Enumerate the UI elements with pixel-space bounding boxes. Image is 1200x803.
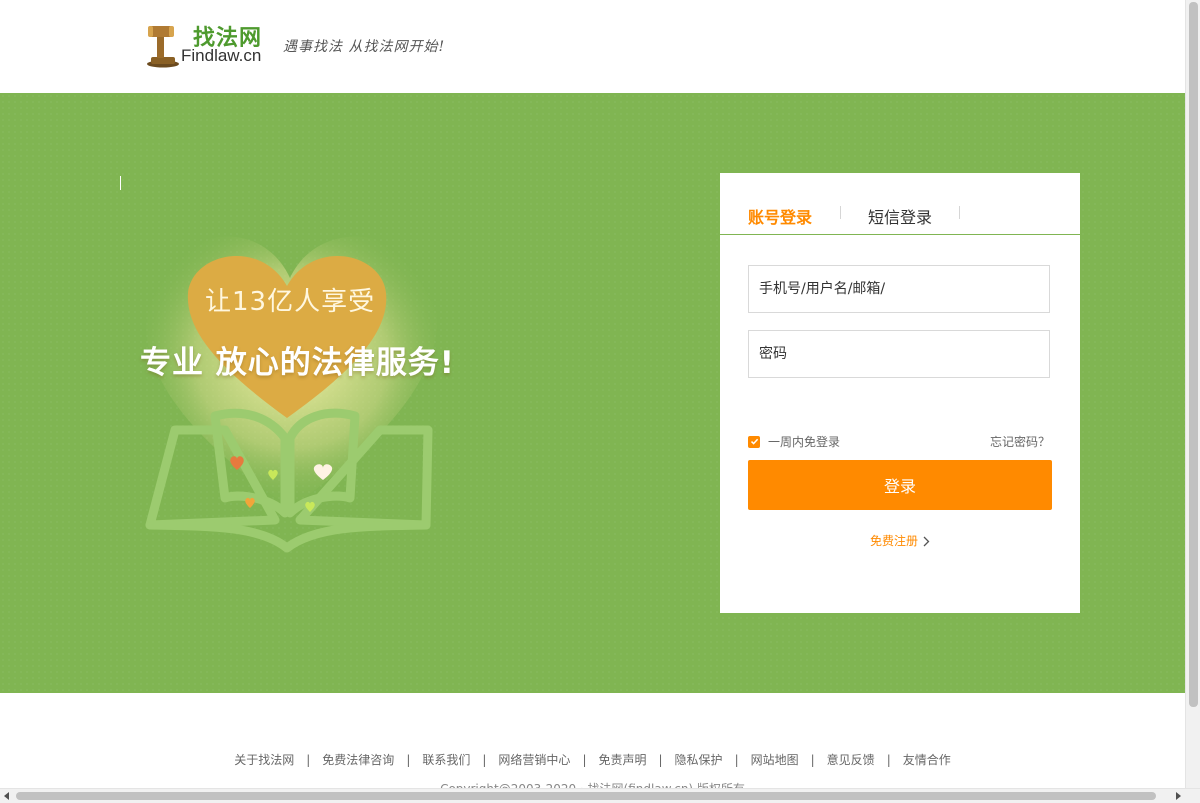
horizontal-scroll-thumb[interactable] — [16, 792, 1156, 800]
vertical-scroll-thumb[interactable] — [1189, 2, 1198, 707]
chevron-right-icon — [923, 536, 930, 547]
tab-account-login[interactable]: 账号登录 — [748, 204, 812, 228]
hero-headline: 让13亿人享受 — [205, 287, 376, 317]
footer-link-partners[interactable]: 友情合作 — [903, 753, 951, 767]
heart-book-illustration — [145, 236, 438, 553]
footer-link-sitemap[interactable]: 网站地图 — [751, 753, 799, 767]
login-button[interactable]: 登录 — [748, 460, 1052, 510]
footer-link-about[interactable]: 关于找法网 — [234, 753, 294, 767]
register-link[interactable]: 免费注册 — [720, 532, 1080, 549]
tab-sms-login[interactable]: 短信登录 — [868, 204, 932, 228]
footer-links: 关于找法网 | 免费法律咨询 | 联系我们 | 网络营销中心 | 免责声明 | 隐私保护 | 网站地图 |… — [0, 751, 1185, 768]
footer-separator: | — [306, 753, 311, 767]
footer-link-privacy[interactable]: 隐私保护 — [675, 753, 723, 767]
footer-link-contact[interactable]: 联系我们 — [422, 753, 470, 767]
horizontal-scrollbar[interactable] — [0, 788, 1200, 803]
footer-link-feedback[interactable]: 意见反馈 — [827, 753, 875, 767]
footer-link-marketing[interactable]: 网络营销中心 — [498, 753, 570, 767]
login-card: 账号登录 短信登录 一周内免登录 忘记密码？ 登录 免费注册 — [720, 173, 1080, 613]
tab-divider — [959, 206, 960, 219]
login-tabs: 账号登录 短信登录 — [720, 173, 1080, 235]
username-input[interactable] — [748, 265, 1050, 313]
footer-link-free-consult[interactable]: 免费法律咨询 — [322, 753, 394, 767]
site-logo[interactable]: 找法网 Findlaw.cn 遇事找法 从找法网开始! — [145, 18, 475, 70]
register-label: 免费注册 — [869, 534, 918, 548]
footer-separator: | — [658, 753, 663, 767]
hero-banner: 让13亿人享受 专业 放心的法律服务! 账号登录 短信登录 一周内免登录 忘记密… — [0, 93, 1185, 693]
scroll-left-arrow-icon[interactable] — [4, 792, 9, 800]
footer-separator: | — [582, 753, 587, 767]
footer-separator: | — [810, 753, 815, 767]
remember-me-label: 一周内免登录 — [768, 435, 841, 449]
hero-subheadline: 专业 放心的法律服务! — [140, 345, 455, 381]
site-slogan: 遇事找法 从找法网开始! — [283, 39, 446, 55]
footer-link-disclaimer[interactable]: 免责声明 — [598, 753, 646, 767]
footer-separator: | — [482, 753, 487, 767]
logo-english-name: Findlaw.cn — [181, 46, 262, 65]
text-cursor — [120, 176, 121, 190]
gavel-logo-icon — [147, 26, 179, 68]
forgot-password-link[interactable]: 忘记密码？ — [990, 433, 1050, 450]
footer-separator: | — [406, 753, 411, 767]
scroll-right-arrow-icon[interactable] — [1176, 792, 1181, 800]
vertical-scrollbar[interactable] — [1185, 0, 1200, 788]
password-input[interactable] — [748, 330, 1050, 378]
footer-separator: | — [734, 753, 739, 767]
footer-separator: | — [886, 753, 891, 767]
checkbox-checked-icon[interactable] — [748, 435, 760, 448]
tab-divider — [840, 206, 841, 219]
site-header: 找法网 Findlaw.cn 遇事找法 从找法网开始! — [0, 0, 1185, 93]
remember-me[interactable]: 一周内免登录 — [748, 433, 840, 450]
